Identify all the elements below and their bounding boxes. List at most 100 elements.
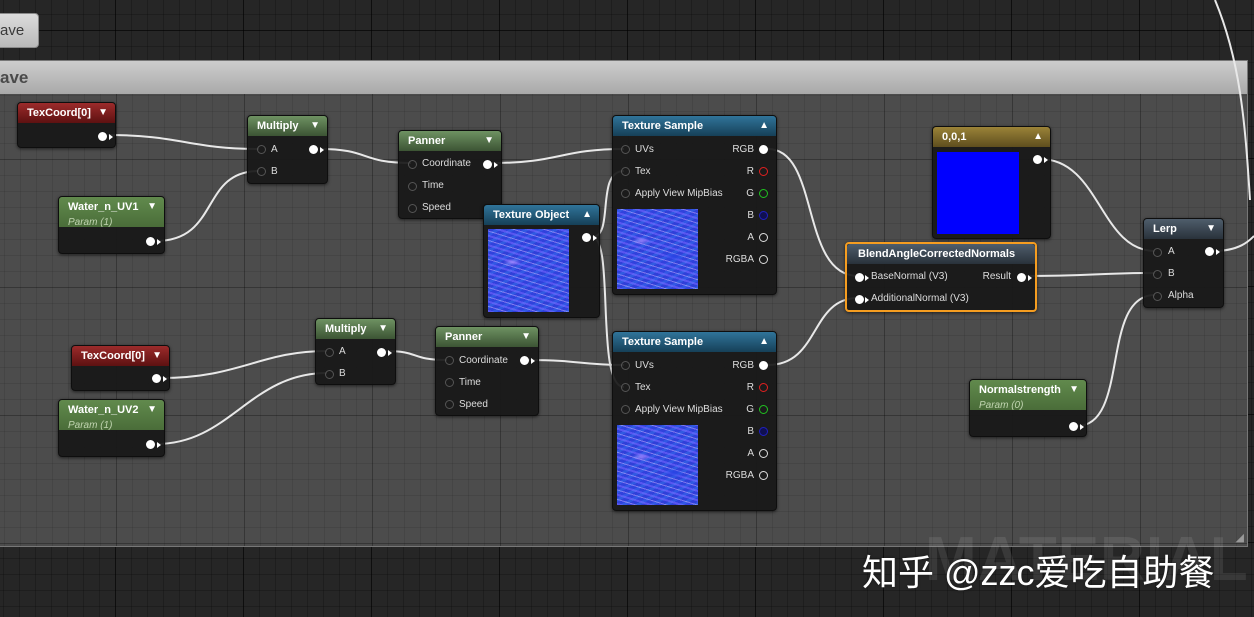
comment-title[interactable]: ave: [0, 61, 1247, 94]
collapse-arrow-icon[interactable]: ▲: [1033, 127, 1043, 147]
input-pin-a[interactable]: [325, 348, 334, 357]
input-pin-tex[interactable]: [621, 167, 630, 176]
output-pin-result[interactable]: [1017, 273, 1026, 282]
collapse-arrow-icon[interactable]: ▼: [147, 400, 157, 420]
texture-object-node[interactable]: Texture Object ▲: [483, 204, 600, 318]
texture-sample-node-2[interactable]: Texture Sample ▲ UVs Tex Apply View MipBi…: [612, 331, 777, 511]
output-pin[interactable]: [146, 440, 155, 449]
output-pin-rgb[interactable]: [759, 145, 768, 154]
input-pin-coordinate[interactable]: [445, 356, 454, 365]
node-header[interactable]: Texture Sample ▲: [613, 116, 776, 136]
collapse-arrow-icon[interactable]: ▲: [759, 332, 769, 352]
input-pin-time[interactable]: [445, 378, 454, 387]
top-button[interactable]: ave: [0, 13, 39, 48]
pin-label: Alpha: [1168, 290, 1194, 301]
input-pin-mipbias[interactable]: [621, 405, 630, 414]
pin-label: Result: [982, 271, 1011, 282]
collapse-arrow-icon[interactable]: ▼: [1206, 219, 1216, 239]
water-uv2-node[interactable]: Water_n_UV2 Param (1) ▼: [58, 399, 165, 457]
texture-sample-node-1[interactable]: Texture Sample ▲ UVs Tex Apply View MipBi…: [612, 115, 777, 295]
input-pin-speed[interactable]: [445, 400, 454, 409]
input-pin-a[interactable]: [1153, 248, 1162, 257]
lerp-node[interactable]: Lerp ▼ A B Alpha: [1143, 218, 1224, 308]
input-pin-b[interactable]: [1153, 270, 1162, 279]
node-header[interactable]: Lerp ▼: [1144, 219, 1223, 239]
output-pin-a[interactable]: [759, 233, 768, 242]
output-pin[interactable]: [520, 356, 529, 365]
pin-arrow-icon: [157, 442, 161, 448]
collapse-arrow-icon[interactable]: ▼: [310, 116, 320, 136]
output-pin-r[interactable]: [759, 383, 768, 392]
collapse-arrow-icon[interactable]: ▼: [484, 131, 494, 151]
collapse-arrow-icon[interactable]: ▼: [521, 327, 531, 347]
node-header[interactable]: BlendAngleCorrectedNormals: [847, 244, 1035, 264]
output-pin-a[interactable]: [759, 449, 768, 458]
output-pin[interactable]: [1069, 422, 1078, 431]
input-pin-b[interactable]: [325, 370, 334, 379]
node-header[interactable]: Panner ▼: [436, 327, 538, 347]
output-pin[interactable]: [483, 160, 492, 169]
output-pin-rgba[interactable]: [759, 255, 768, 264]
output-pin[interactable]: [152, 374, 161, 383]
node-header[interactable]: Water_n_UV1 Param (1) ▼: [59, 197, 164, 228]
pin-label: B: [1168, 268, 1175, 279]
normalstrength-node[interactable]: Normalstrength Param (0) ▼: [969, 379, 1087, 437]
output-pin-b[interactable]: [759, 211, 768, 220]
input-pin-b[interactable]: [257, 167, 266, 176]
collapse-arrow-icon[interactable]: ▼: [1069, 380, 1079, 400]
constant-vector-node[interactable]: 0,0,1 ▲: [932, 126, 1051, 239]
collapse-arrow-icon[interactable]: ▼: [98, 103, 108, 123]
node-header[interactable]: Normalstrength Param (0) ▼: [970, 380, 1086, 411]
output-pin[interactable]: [146, 237, 155, 246]
output-pin[interactable]: [1033, 155, 1042, 164]
input-pin-tex[interactable]: [621, 383, 630, 392]
output-pin-g[interactable]: [759, 405, 768, 414]
output-pin-g[interactable]: [759, 189, 768, 198]
node-header[interactable]: Multiply ▼: [248, 116, 327, 136]
node-header[interactable]: 0,0,1 ▲: [933, 127, 1050, 147]
output-pin[interactable]: [582, 233, 591, 242]
node-header[interactable]: Texture Object ▲: [484, 205, 599, 225]
collapse-arrow-icon[interactable]: ▼: [378, 319, 388, 339]
input-pin-alpha[interactable]: [1153, 292, 1162, 301]
pin-label: B: [339, 368, 346, 379]
panner-node-2[interactable]: Panner ▼ Coordinate Time Speed: [435, 326, 539, 416]
node-header[interactable]: TexCoord[0] ▼: [18, 103, 115, 123]
output-pin-rgba[interactable]: [759, 471, 768, 480]
input-pin-uvs[interactable]: [621, 145, 630, 154]
node-header[interactable]: Multiply ▼: [316, 319, 395, 339]
pin-label: Coordinate: [459, 355, 508, 366]
input-pin-speed[interactable]: [408, 204, 417, 213]
blend-angle-corrected-normals-node[interactable]: BlendAngleCorrectedNormals BaseNormal (V…: [845, 242, 1037, 312]
input-pin-a[interactable]: [257, 145, 266, 154]
collapse-arrow-icon[interactable]: ▼: [147, 197, 157, 217]
texcoord-node-1[interactable]: TexCoord[0] ▼: [17, 102, 116, 148]
input-pin-coordinate[interactable]: [408, 160, 417, 169]
output-pin-rgb[interactable]: [759, 361, 768, 370]
multiply-node-1[interactable]: Multiply ▼ A B: [247, 115, 328, 184]
output-pin[interactable]: [1205, 247, 1214, 256]
texcoord-node-2[interactable]: TexCoord[0] ▼: [71, 345, 170, 391]
water-uv1-node[interactable]: Water_n_UV1 Param (1) ▼: [58, 196, 165, 254]
output-pin-r[interactable]: [759, 167, 768, 176]
collapse-arrow-icon[interactable]: ▲: [582, 205, 592, 225]
node-header[interactable]: TexCoord[0] ▼: [72, 346, 169, 366]
input-pin-base-normal[interactable]: [855, 273, 864, 282]
node-header[interactable]: Water_n_UV2 Param (1) ▼: [59, 400, 164, 431]
output-pin-b[interactable]: [759, 427, 768, 436]
output-pin[interactable]: [98, 132, 107, 141]
input-pin-additional-normal[interactable]: [855, 295, 864, 304]
input-pin-mipbias[interactable]: [621, 189, 630, 198]
output-pin[interactable]: [309, 145, 318, 154]
output-pin[interactable]: [377, 348, 386, 357]
node-header[interactable]: Texture Sample ▲: [613, 332, 776, 352]
collapse-arrow-icon[interactable]: ▲: [759, 116, 769, 136]
node-header[interactable]: Panner ▼: [399, 131, 501, 151]
input-pin-uvs[interactable]: [621, 361, 630, 370]
input-pin-time[interactable]: [408, 182, 417, 191]
pin-label: BaseNormal (V3): [871, 271, 948, 282]
pin-arrow-icon: [109, 134, 113, 140]
pin-label: RGBA: [725, 254, 754, 265]
collapse-arrow-icon[interactable]: ▼: [152, 346, 162, 366]
multiply-node-2[interactable]: Multiply ▼ A B: [315, 318, 396, 385]
